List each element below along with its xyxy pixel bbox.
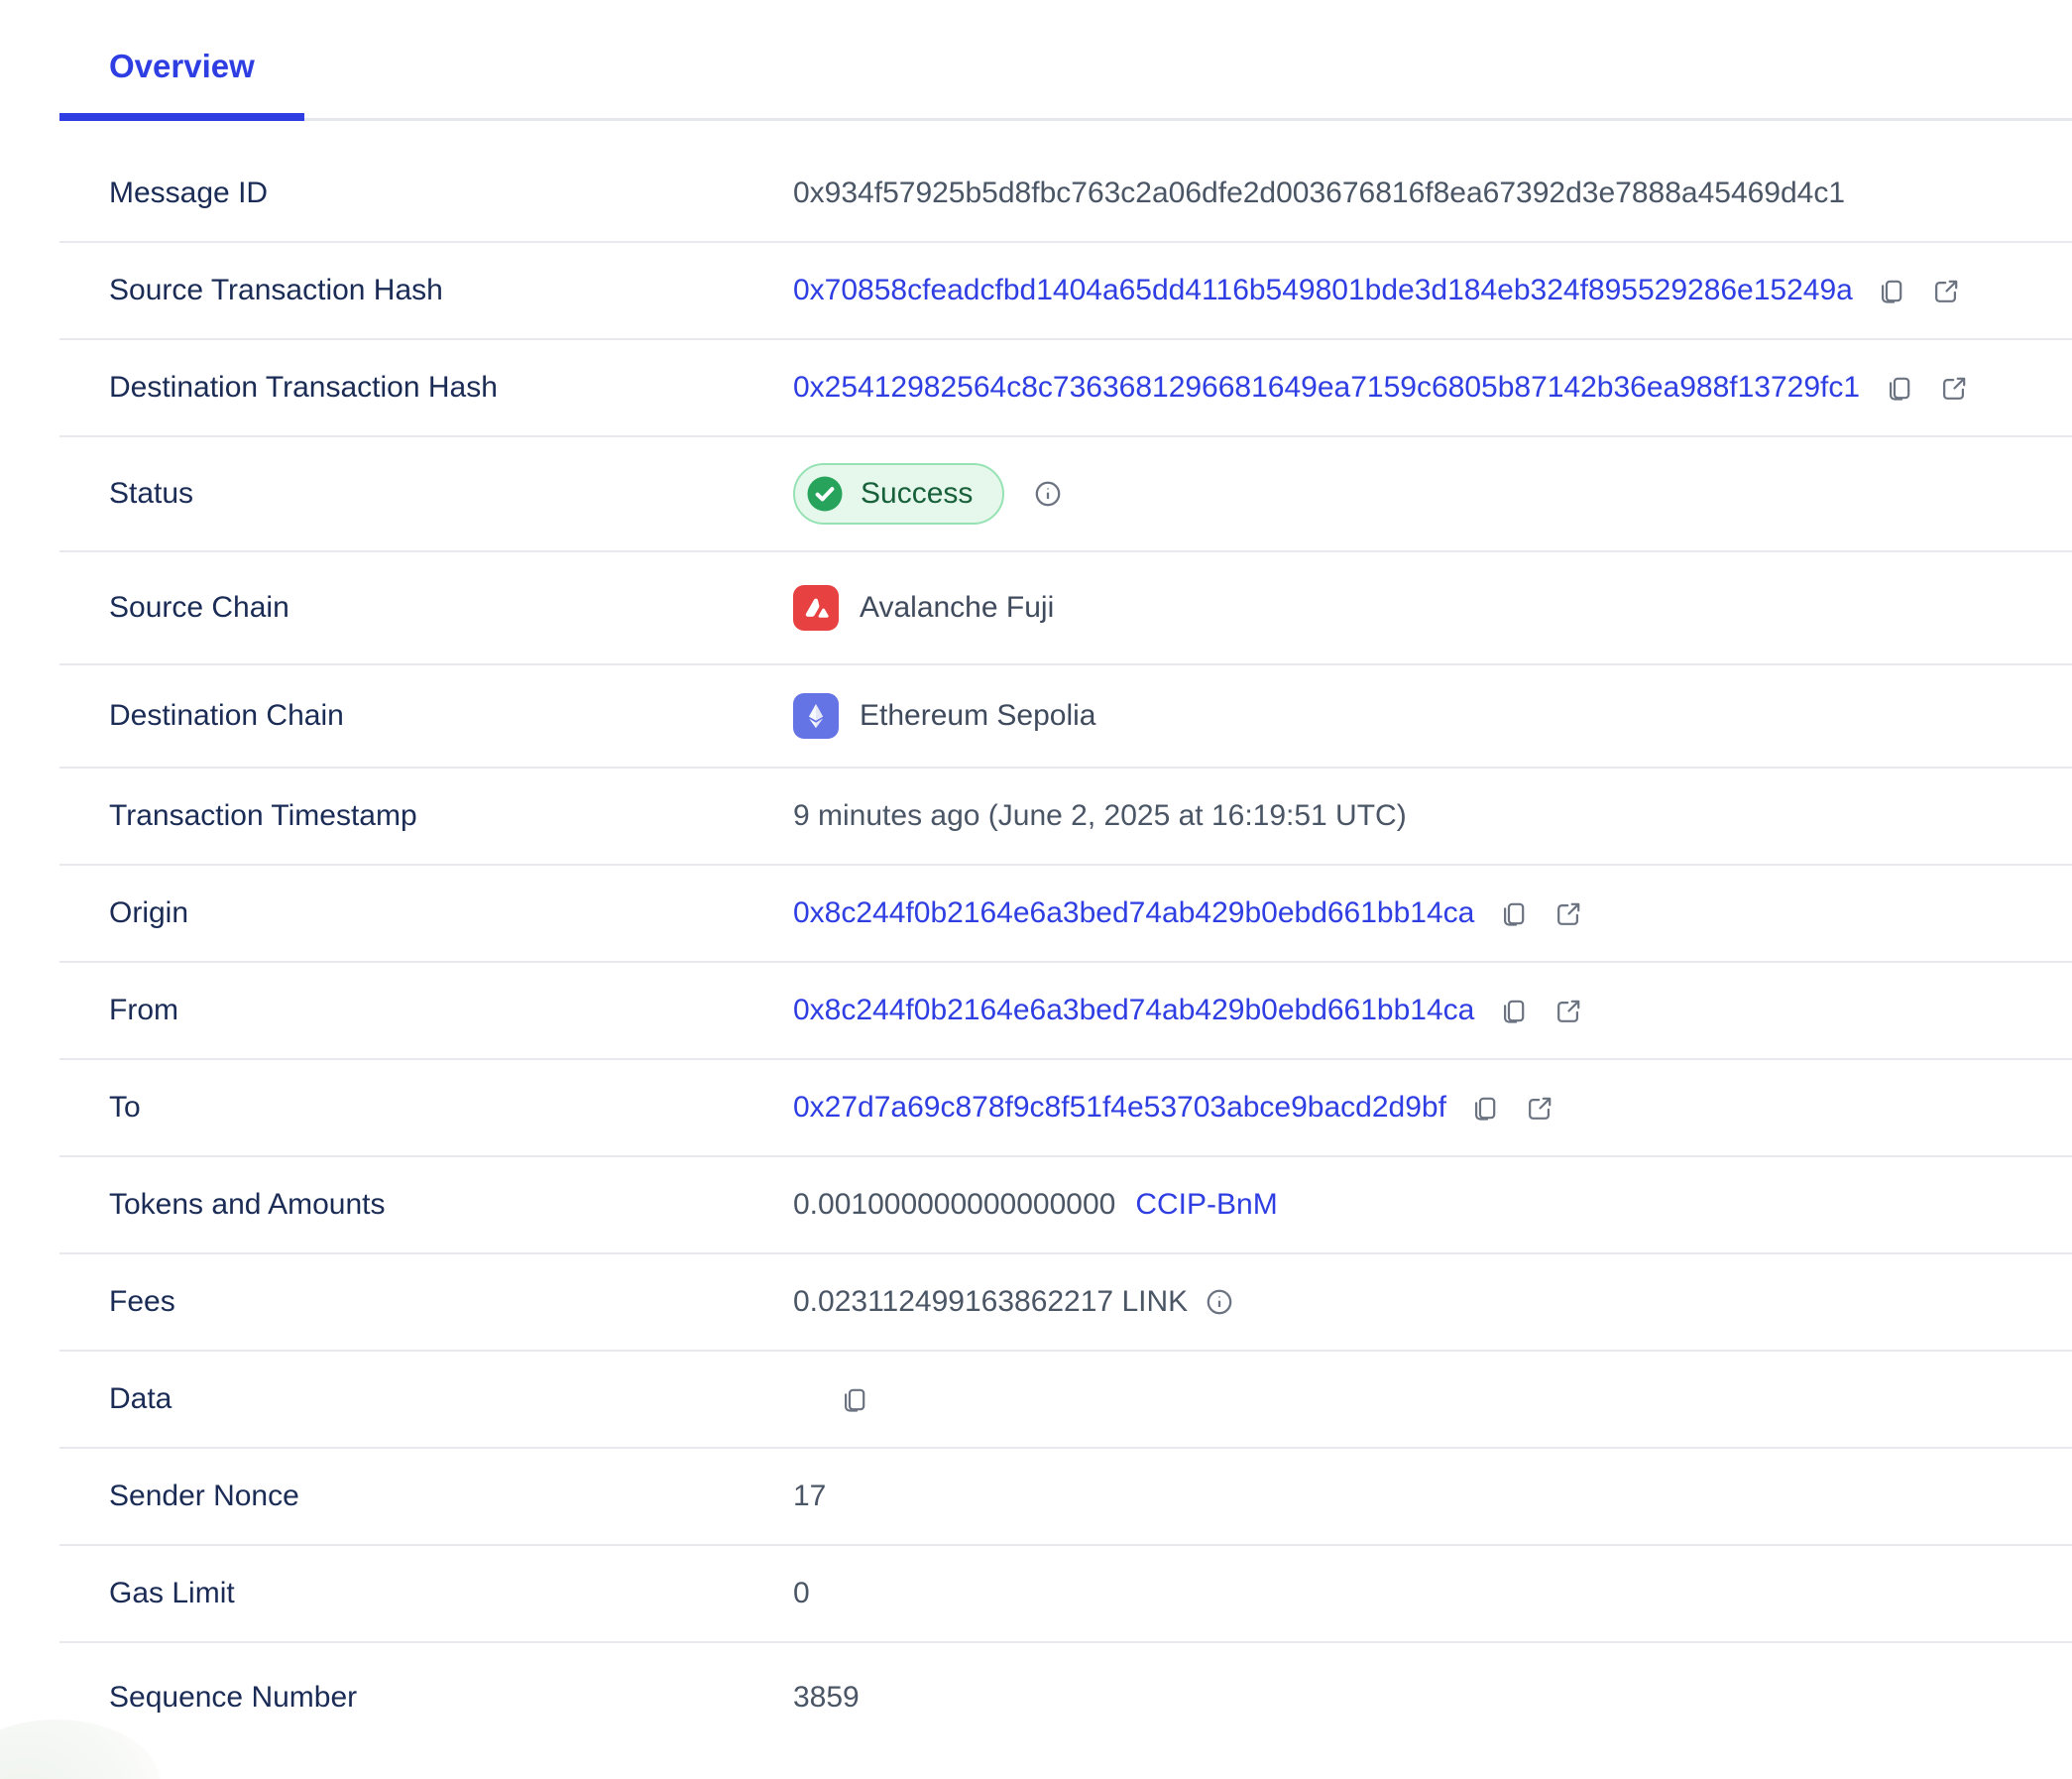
gas-limit-label: Gas Limit bbox=[59, 1577, 793, 1610]
check-circle-icon bbox=[804, 473, 846, 515]
info-icon[interactable] bbox=[1032, 478, 1064, 510]
external-link-icon[interactable] bbox=[1552, 994, 1585, 1027]
copy-icon[interactable] bbox=[1875, 274, 1908, 307]
sender-nonce-value: 17 bbox=[793, 1480, 826, 1513]
origin-label: Origin bbox=[59, 896, 793, 930]
origin-address-link[interactable]: 0x8c244f0b2164e6a3bed74ab429b0ebd661bb14… bbox=[793, 896, 1474, 930]
table-row-origin: Origin 0x8c244f0b2164e6a3bed74ab429b0ebd… bbox=[59, 866, 2072, 963]
table-row-message-id: Message ID 0x934f57925b5d8fbc763c2a06dfe… bbox=[59, 146, 2072, 243]
ethereum-logo-icon bbox=[793, 693, 839, 739]
message-id-label: Message ID bbox=[59, 177, 793, 210]
fees-value: 0.023112499163862217 LINK bbox=[793, 1285, 1188, 1319]
sender-nonce-label: Sender Nonce bbox=[59, 1480, 793, 1513]
to-label: To bbox=[59, 1091, 793, 1125]
info-icon[interactable] bbox=[1204, 1286, 1235, 1318]
table-row-to: To 0x27d7a69c878f9c8f51f4e53703abce9bacd… bbox=[59, 1060, 2072, 1157]
table-row-sequence-number: Sequence Number 3859 bbox=[59, 1643, 2072, 1751]
source-tx-hash-label: Source Transaction Hash bbox=[59, 274, 793, 307]
copy-icon[interactable] bbox=[1496, 994, 1530, 1027]
table-row-status: Status Success bbox=[59, 437, 2072, 552]
fees-label: Fees bbox=[59, 1285, 793, 1319]
table-row-gas-limit: Gas Limit 0 bbox=[59, 1546, 2072, 1643]
table-row-source-tx-hash: Source Transaction Hash 0x70858cfeadcfbd… bbox=[59, 243, 2072, 340]
dest-tx-hash-label: Destination Transaction Hash bbox=[59, 371, 793, 405]
from-address-link[interactable]: 0x8c244f0b2164e6a3bed74ab429b0ebd661bb14… bbox=[793, 994, 1474, 1027]
dest-chain-name: Ethereum Sepolia bbox=[860, 699, 1095, 733]
copy-icon[interactable] bbox=[1496, 896, 1530, 930]
external-link-icon[interactable] bbox=[1524, 1091, 1557, 1125]
copy-icon[interactable] bbox=[1882, 371, 1915, 405]
tokens-amounts-label: Tokens and Amounts bbox=[59, 1188, 793, 1222]
timestamp-label: Transaction Timestamp bbox=[59, 799, 793, 833]
status-badge-text: Success bbox=[861, 477, 973, 511]
copy-icon[interactable] bbox=[837, 1382, 870, 1416]
source-chain-name: Avalanche Fuji bbox=[860, 591, 1054, 625]
source-tx-hash-link[interactable]: 0x70858cfeadcfbd1404a65dd4116b549801bde3… bbox=[793, 274, 1853, 307]
table-row-dest-chain: Destination Chain Ethereum Sepolia bbox=[59, 665, 2072, 769]
source-chain-label: Source Chain bbox=[59, 591, 793, 625]
table-row-dest-tx-hash: Destination Transaction Hash 0x254129825… bbox=[59, 340, 2072, 437]
tab-overview[interactable]: Overview bbox=[59, 28, 304, 121]
table-row-fees: Fees 0.023112499163862217 LINK bbox=[59, 1254, 2072, 1352]
copy-icon[interactable] bbox=[1468, 1091, 1502, 1125]
status-label: Status bbox=[59, 477, 793, 511]
dest-tx-hash-link[interactable]: 0x25412982564c8c7363681296681649ea7159c6… bbox=[793, 371, 1860, 405]
table-row-source-chain: Source Chain Avalanche Fuji bbox=[59, 552, 2072, 665]
message-id-value: 0x934f57925b5d8fbc763c2a06dfe2d003676816… bbox=[793, 177, 1845, 210]
overview-table: Message ID 0x934f57925b5d8fbc763c2a06dfe… bbox=[59, 146, 2072, 1751]
to-address-link[interactable]: 0x27d7a69c878f9c8f51f4e53703abce9bacd2d9… bbox=[793, 1091, 1446, 1125]
token-link[interactable]: CCIP-BnM bbox=[1135, 1188, 1277, 1222]
timestamp-value: 9 minutes ago (June 2, 2025 at 16:19:51 … bbox=[793, 799, 1407, 833]
table-row-sender-nonce: Sender Nonce 17 bbox=[59, 1449, 2072, 1546]
sequence-number-value: 3859 bbox=[793, 1681, 860, 1715]
table-row-timestamp: Transaction Timestamp 9 minutes ago (Jun… bbox=[59, 769, 2072, 866]
sequence-number-label: Sequence Number bbox=[59, 1681, 793, 1715]
data-label: Data bbox=[59, 1382, 793, 1416]
tabs-bar: Overview bbox=[59, 28, 2072, 121]
table-row-data: Data bbox=[59, 1352, 2072, 1449]
external-link-icon[interactable] bbox=[1930, 274, 1964, 307]
dest-chain-label: Destination Chain bbox=[59, 699, 793, 733]
token-amount: 0.001000000000000000 bbox=[793, 1188, 1115, 1222]
transaction-details-page: Overview Message ID 0x934f57925b5d8fbc76… bbox=[0, 0, 2072, 1779]
external-link-icon[interactable] bbox=[1937, 371, 1971, 405]
table-row-from: From 0x8c244f0b2164e6a3bed74ab429b0ebd66… bbox=[59, 963, 2072, 1060]
gas-limit-value: 0 bbox=[793, 1577, 810, 1610]
table-row-tokens-amounts: Tokens and Amounts 0.001000000000000000 … bbox=[59, 1157, 2072, 1254]
status-badge: Success bbox=[793, 463, 1004, 525]
avalanche-logo-icon bbox=[793, 585, 839, 631]
external-link-icon[interactable] bbox=[1552, 896, 1585, 930]
from-label: From bbox=[59, 994, 793, 1027]
